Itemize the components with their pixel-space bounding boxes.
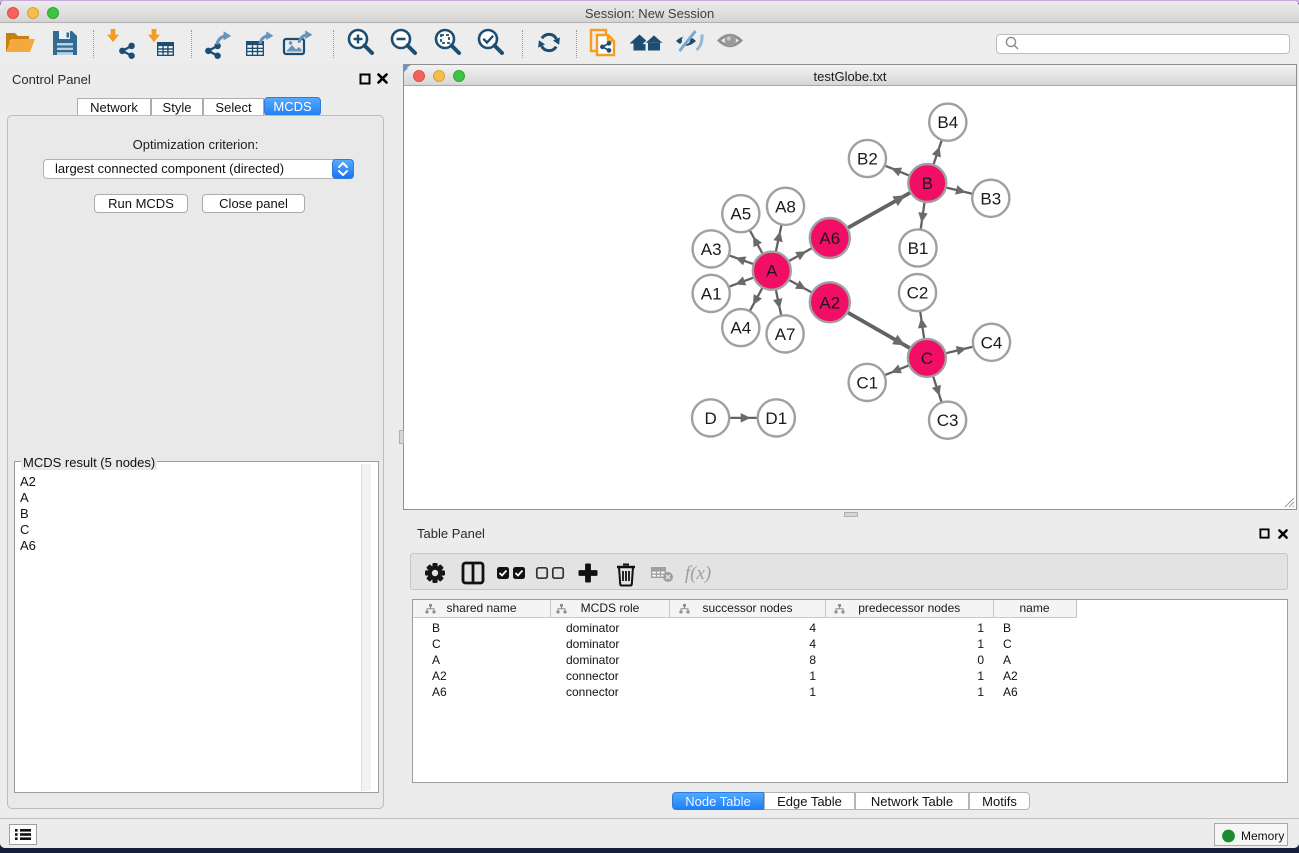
svg-text:B: B [922, 174, 933, 193]
svg-text:B1: B1 [908, 239, 929, 258]
svg-text:A5: A5 [730, 205, 751, 224]
svg-text:C: C [921, 349, 933, 368]
svg-text:A2: A2 [819, 293, 840, 312]
svg-text:C3: C3 [937, 411, 959, 430]
svg-text:A7: A7 [775, 325, 796, 344]
svg-text:A4: A4 [730, 319, 751, 338]
svg-text:C2: C2 [907, 284, 929, 303]
svg-text:C1: C1 [856, 373, 878, 392]
svg-text:B2: B2 [857, 150, 878, 169]
svg-text:C4: C4 [981, 333, 1003, 352]
svg-text:D: D [704, 409, 716, 428]
svg-text:A: A [766, 262, 778, 281]
svg-text:A6: A6 [819, 229, 840, 248]
svg-text:D1: D1 [765, 409, 787, 428]
svg-text:A8: A8 [775, 197, 796, 216]
svg-text:A1: A1 [701, 284, 722, 303]
svg-text:f(x): f(x) [685, 563, 711, 584]
svg-text:B4: B4 [937, 113, 958, 132]
svg-text:B3: B3 [980, 189, 1001, 208]
svg-text:A3: A3 [701, 240, 722, 259]
